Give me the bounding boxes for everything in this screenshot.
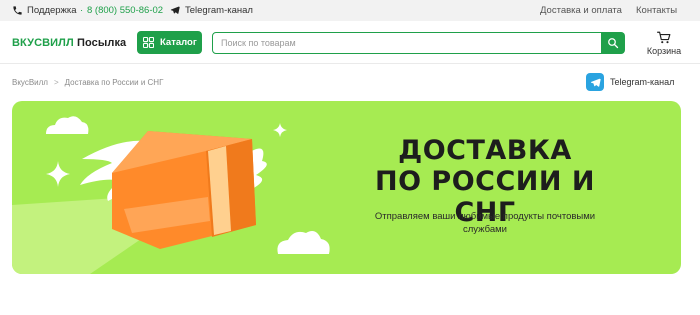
contacts-link[interactable]: Контакты: [636, 5, 677, 16]
banner-title-line: ДОСТАВКА: [398, 135, 572, 166]
phone-icon: [13, 6, 22, 15]
telegram-channel-label: Telegram-канал: [610, 77, 675, 87]
logo-brand: ВКУСВИЛЛ: [12, 37, 74, 49]
logo-suffix: Посылка: [76, 37, 127, 49]
telegram-channel-link[interactable]: Telegram-канал: [185, 5, 253, 16]
sparkle-icon: [46, 161, 70, 187]
top-bar: Поддержка · 8 (800) 550-86-02 Telegram-к…: [0, 0, 700, 21]
cart-button[interactable]: Корзина: [644, 31, 684, 56]
cart-label: Корзина: [646, 46, 682, 56]
separator-dot: ·: [80, 5, 84, 16]
breadcrumb-separator: >: [53, 78, 59, 87]
banner-subtitle: Отправляем ваши любимые продукты почтовы…: [374, 211, 596, 235]
header-divider: [0, 63, 700, 64]
telegram-channel-button[interactable]: Telegram-канал: [586, 73, 674, 91]
support-label: Поддержка: [27, 5, 77, 16]
catalog-button[interactable]: Каталог: [137, 31, 202, 54]
search-button[interactable]: [600, 31, 625, 54]
cart-icon: [657, 31, 671, 44]
telegram-icon: [586, 73, 604, 91]
grid-icon: [143, 37, 154, 48]
search-input[interactable]: [221, 37, 591, 49]
delivery-payment-link[interactable]: Доставка и оплата: [540, 5, 622, 16]
telegram-icon: [170, 6, 180, 14]
search-bar: [212, 31, 625, 54]
breadcrumb: ВкусВилл > Доставка по России и СНГ: [12, 78, 163, 87]
catalog-label: Каталог: [160, 37, 197, 48]
sparkle-icon: [273, 123, 287, 137]
phone-number-link[interactable]: 8 (800) 550-86-02: [87, 5, 163, 16]
logo[interactable]: ВКУСВИЛЛ Посылка: [12, 37, 126, 49]
cloud-icon: [46, 116, 89, 134]
search-icon: [607, 37, 618, 48]
breadcrumb-item: Доставка по России и СНГ: [64, 78, 164, 87]
delivery-banner: ДОСТАВКА ПО РОССИИ И СНГ Отправляем ваши…: [12, 101, 681, 274]
cloud-icon: [277, 231, 330, 254]
breadcrumb-item[interactable]: ВкусВилл: [12, 78, 48, 87]
